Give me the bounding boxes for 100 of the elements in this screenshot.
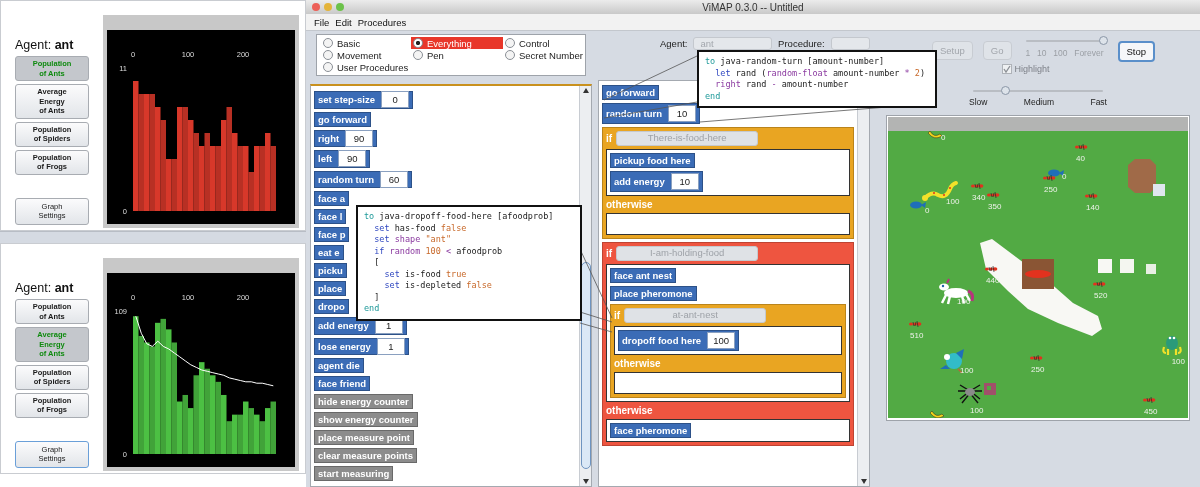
menu-item[interactable]: Edit xyxy=(335,16,352,28)
radio-label: User Procedures xyxy=(337,61,409,73)
code-line: to java-dropoff-food-here [afoodprob] xyxy=(364,211,555,223)
command-block[interactable]: go forward xyxy=(314,111,372,127)
agent-label: 100 xyxy=(970,406,984,415)
radio-label: Movement xyxy=(337,49,382,61)
command-block[interactable]: face ant nest xyxy=(610,268,677,283)
agent-label: 0 xyxy=(925,206,930,215)
command-block[interactable]: face l xyxy=(314,209,347,224)
speed-label: Fast xyxy=(1090,97,1107,107)
command-block[interactable]: random turn 10 xyxy=(602,103,700,124)
agent-label: Agent: ant xyxy=(15,281,75,295)
tick-label: 100 xyxy=(1053,48,1068,58)
code-line: right rand - amount-number xyxy=(714,79,850,91)
command-block[interactable]: left 90 xyxy=(314,150,371,168)
command-block[interactable]: place pheromone xyxy=(610,286,697,301)
otherwise-label: otherwise xyxy=(606,199,654,210)
agent-label: 510 xyxy=(910,331,924,340)
category-radio[interactable]: User Procedures xyxy=(321,61,411,73)
command-block[interactable]: add energy 10 xyxy=(610,171,703,192)
number-field[interactable]: 90 xyxy=(338,150,367,168)
command-block[interactable]: random turn 60 xyxy=(314,170,412,188)
stop-button[interactable]: Stop xyxy=(1117,41,1156,62)
number-field[interactable]: 1 xyxy=(376,337,405,355)
agent-label: 140 xyxy=(1086,203,1100,212)
agent-label: 340 xyxy=(972,193,986,202)
number-field[interactable]: 10 xyxy=(670,173,699,190)
code-line: end xyxy=(364,303,381,315)
agent-label: 100 xyxy=(946,197,960,206)
if-block[interactable]: if There-is-food-here pickup food here add energy 10 otherwise xyxy=(602,127,854,239)
category-radio[interactable]: Control xyxy=(503,37,585,49)
category-radio[interactable]: Pen xyxy=(411,49,503,61)
tick-label: 10 xyxy=(1037,48,1047,58)
highlight-label: Highlight xyxy=(1014,64,1050,74)
radio-label: Everything xyxy=(427,37,472,49)
agent-label: 440 xyxy=(986,276,1000,285)
command-block[interactable]: picku xyxy=(314,263,347,278)
category-radio[interactable]: Everything xyxy=(411,37,503,49)
window-title: ViMAP 0.3.0 -- Untitled xyxy=(702,1,804,13)
radio-label: Control xyxy=(519,37,550,49)
if-block[interactable]: if I-am-holding-food face ant nest place pheromone if at-ant-nest dropoff food here 100 otherwise otherwise face pheromone xyxy=(602,242,854,446)
agent-label: 40 xyxy=(1076,154,1085,163)
code-line: ] xyxy=(373,291,381,303)
code-line: set is-food true xyxy=(383,268,468,280)
if-block[interactable]: if at-ant-nest dropoff food here 100 otherwise xyxy=(610,304,846,398)
command-block[interactable]: right 90 xyxy=(314,129,378,147)
number-field[interactable]: 100 xyxy=(707,332,736,349)
tick-label: Forever xyxy=(1074,48,1104,58)
agent-label: 0 xyxy=(1062,172,1067,181)
if-label: if xyxy=(606,133,613,144)
command-block[interactable]: eat e xyxy=(314,245,344,260)
command-block[interactable]: dropo xyxy=(314,299,349,314)
category-radio[interactable]: Basic xyxy=(321,37,411,49)
category-radio[interactable]: Movement xyxy=(321,49,411,61)
category-radio[interactable]: Secret Number xyxy=(503,49,585,61)
agent-label: 350 xyxy=(988,202,1002,211)
command-block[interactable]: agent die xyxy=(314,358,364,373)
command-block[interactable]: dropoff food here 100 xyxy=(618,330,740,351)
agent-label: 0 xyxy=(941,133,946,142)
code-line: set shape "ant" xyxy=(373,234,452,246)
number-field[interactable]: 10 xyxy=(667,105,696,122)
number-field[interactable]: 90 xyxy=(345,129,374,147)
command-block[interactable]: face friend xyxy=(314,376,371,391)
code-line: to java-random-turn [amount-number] xyxy=(705,56,886,68)
command-block[interactable]: face pheromone xyxy=(610,423,692,438)
speed-label: Medium xyxy=(1023,97,1055,107)
procedure-label: Procedure: xyxy=(778,37,825,50)
code-line: set has-food false xyxy=(373,222,468,234)
command-block[interactable]: go forward xyxy=(602,85,660,100)
agent-label: 250 xyxy=(1031,365,1045,374)
otherwise-label: otherwise xyxy=(606,405,654,416)
code-line: let rand (random-float amount-number * 2) xyxy=(714,67,927,79)
agent-label: 100 xyxy=(957,297,971,306)
number-field[interactable]: 0 xyxy=(381,91,410,109)
number-field[interactable]: 60 xyxy=(379,170,408,188)
radio-label: Secret Number xyxy=(519,49,583,61)
menu-item[interactable]: Procedures xyxy=(357,16,407,28)
code-line: [ xyxy=(373,257,381,269)
otherwise-label: otherwise xyxy=(614,358,662,369)
agent-label: Agent: xyxy=(660,37,688,50)
agent-label: 100 xyxy=(1171,357,1185,366)
agent-label: 450 xyxy=(1144,407,1158,416)
code-line: end xyxy=(705,90,722,102)
agent-label: 100 xyxy=(960,366,974,375)
speed-label: Slow xyxy=(969,97,988,107)
code-line: set is-depleted false xyxy=(383,280,493,292)
agent-label: 250 xyxy=(1044,185,1058,194)
code-line: if random 100 < afoodprob xyxy=(373,245,504,257)
if-label: if xyxy=(606,248,613,259)
command-block[interactable]: face p xyxy=(314,227,350,242)
menu-item[interactable]: File xyxy=(314,16,330,28)
command-block[interactable]: lose energy 1 xyxy=(314,337,409,355)
command-block[interactable]: set step-size 0 xyxy=(314,91,414,109)
command-block[interactable]: pickup food here xyxy=(610,153,695,168)
command-block[interactable]: place xyxy=(314,281,347,296)
radio-label: Pen xyxy=(427,49,444,61)
agent-label: 520 xyxy=(1094,291,1108,300)
if-label: if xyxy=(614,310,621,321)
radio-label: Basic xyxy=(337,37,361,49)
command-block[interactable]: face a xyxy=(314,191,349,206)
